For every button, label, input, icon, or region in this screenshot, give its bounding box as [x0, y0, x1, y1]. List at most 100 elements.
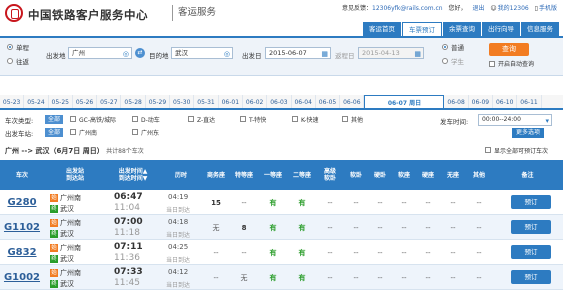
date-tab[interactable]: 06-05 — [316, 95, 341, 108]
arrive-day: 当日到达 — [166, 257, 191, 264]
seat-availability: -- — [327, 198, 333, 207]
mobile-link[interactable]: 手机版 — [539, 5, 557, 12]
student-ticket-radio[interactable] — [442, 58, 448, 64]
date-tab[interactable]: 06-03 — [267, 95, 292, 108]
train-number-link[interactable]: G1002 — [4, 272, 40, 283]
train-number-link[interactable]: G832 — [7, 247, 36, 258]
seat-availability: 无 — [240, 273, 248, 282]
train-count: 共计88个车次 — [106, 148, 144, 155]
route-summary: 广州 --> 武汉（6月7日 周日） 共计88个车次 — [5, 146, 144, 156]
train-type-checkbox[interactable] — [342, 116, 348, 122]
from-station-input[interactable]: 广州 ◎ — [68, 47, 132, 59]
seat-availability: -- — [213, 248, 219, 257]
date-tab[interactable]: 06-01 — [219, 95, 243, 108]
date-tab[interactable]: 06-11 — [517, 95, 542, 108]
nav-ticket-booking[interactable]: 车票预订 — [402, 22, 442, 36]
seat-availability: 有 — [269, 248, 277, 257]
train-type-checkbox[interactable] — [240, 116, 246, 122]
nav-travel-guide[interactable]: 出行向导 — [482, 22, 520, 36]
depart-time-select[interactable]: 00:00--24:00 ▾ — [478, 114, 552, 126]
book-button[interactable]: 预订 — [511, 220, 551, 234]
date-tab[interactable]: 06-08 — [444, 95, 469, 108]
train-type-checkbox[interactable] — [188, 116, 194, 122]
train-type-checkbox[interactable] — [70, 116, 76, 122]
train-type-checkbox[interactable] — [292, 116, 298, 122]
depart-time: 06:47 — [114, 192, 143, 202]
train-number-link[interactable]: G280 — [7, 197, 36, 208]
date-tab[interactable]: 05-23 — [0, 95, 25, 108]
column-header: 商务座 — [206, 171, 225, 179]
column-header[interactable]: 出发时间▲ 到达时间▼ — [106, 160, 160, 190]
date-tab[interactable]: 06-04 — [292, 95, 316, 108]
table-row: G832 始广州南终武汉 07:11 11:36 04:25 当日到达 -- -- 有 有 -- --… — [0, 240, 563, 265]
normal-ticket-radio[interactable] — [442, 44, 448, 50]
date-tab[interactable]: 05-29 — [146, 95, 171, 108]
date-tab[interactable]: 06-06 — [340, 95, 365, 108]
column-header: 其他 — [472, 171, 485, 179]
auto-query-checkbox[interactable] — [489, 61, 495, 67]
one-way-radio[interactable] — [7, 44, 13, 50]
train-type-checkbox[interactable] — [132, 116, 138, 122]
seat-availability: -- — [377, 273, 383, 282]
train-type-label: T-特快 — [249, 117, 267, 124]
date-tab[interactable]: 05-25 — [49, 95, 73, 108]
seat-availability: -- — [425, 248, 431, 257]
round-trip-radio[interactable] — [7, 58, 13, 64]
seat-availability: 15 — [211, 198, 221, 207]
auto-query-label: 开启自动查询 — [498, 61, 535, 68]
logout-link[interactable]: 退出 — [472, 5, 484, 12]
date-tab[interactable]: 05-27 — [97, 95, 122, 108]
show-all-bookable-checkbox[interactable] — [485, 147, 491, 153]
column-header: 一等座 — [263, 171, 282, 179]
depart-station-label: 广州东 — [141, 130, 160, 137]
arrive-time: 11:36 — [114, 253, 140, 263]
arrive-station-name: 武汉 — [60, 230, 74, 238]
depart-station-name: 广州南 — [60, 219, 81, 227]
arrive-station-name: 武汉 — [60, 255, 74, 263]
date-tab[interactable]: 05-31 — [194, 95, 219, 108]
more-options-button[interactable]: 更多选项 — [512, 128, 545, 138]
nav-home[interactable]: 客运首页 — [363, 22, 401, 36]
nav-info-service[interactable]: 信息服务 — [521, 22, 559, 36]
arrive-station: 终武汉 — [50, 279, 74, 289]
date-tab[interactable]: 06-10 — [493, 95, 518, 108]
to-station-input[interactable]: 武汉 ◎ — [171, 47, 233, 59]
nav-remaining-tickets[interactable]: 余票查询 — [443, 22, 481, 36]
book-button[interactable]: 预订 — [511, 245, 551, 259]
date-tab[interactable]: 05-24 — [24, 95, 49, 108]
query-button[interactable]: 查询 — [489, 43, 529, 56]
train-number-link[interactable]: G1102 — [4, 222, 40, 233]
date-tab[interactable]: 06-09 — [469, 95, 494, 108]
depart-station-checkbox[interactable] — [70, 129, 76, 135]
date-tab[interactable]: 05-28 — [121, 95, 146, 108]
depart-date-input[interactable]: 2015-06-07 ▦ — [265, 47, 331, 59]
my12306-link[interactable]: 我的12306 — [498, 5, 529, 12]
date-tab[interactable]: 05-30 — [170, 95, 195, 108]
arrive-station-name: 武汉 — [60, 280, 74, 288]
from-station-value: 广州 — [72, 49, 85, 57]
search-panel: 单程 往返 出发地 广州 ◎ ⇄ 目的地 武汉 ◎ 出发日 2015-06-07… — [0, 36, 563, 76]
student-ticket-label: 学生 — [451, 58, 464, 66]
calendar-icon: ▦ — [321, 50, 328, 58]
book-button[interactable]: 预订 — [511, 195, 551, 209]
train-type-all-button[interactable]: 全部 — [45, 115, 64, 124]
depart-station-all-button[interactable]: 全部 — [45, 128, 64, 137]
seat-availability: 有 — [269, 198, 277, 207]
depart-date-label: 出发日 — [242, 52, 262, 60]
seat-availability: -- — [476, 223, 482, 232]
train-type-label: 其他 — [351, 117, 364, 124]
seat-availability: -- — [401, 248, 407, 257]
seat-availability: 有 — [269, 223, 277, 232]
book-button[interactable]: 预订 — [511, 270, 551, 284]
depart-station-checkbox[interactable] — [132, 129, 138, 135]
seat-availability: -- — [241, 248, 247, 257]
date-tab[interactable]: 05-26 — [73, 95, 98, 108]
feedback-email-link[interactable]: 12306yfk@rails.com.cn — [372, 5, 443, 12]
train-type-label: GC-高铁/城际 — [79, 117, 117, 124]
swap-stations-icon[interactable]: ⇄ — [135, 48, 145, 58]
date-tab[interactable]: 06-02 — [243, 95, 268, 108]
top-links: 意见反馈：12306yfk@rails.com.cn 您好， 退出 ☺我的123… — [338, 3, 557, 12]
depart-time-value: 00:00--24:00 — [482, 116, 521, 123]
date-tab[interactable]: 06-07 周日 — [364, 95, 445, 108]
return-date-input[interactable]: 2015-04-13 ▦ — [358, 47, 424, 59]
